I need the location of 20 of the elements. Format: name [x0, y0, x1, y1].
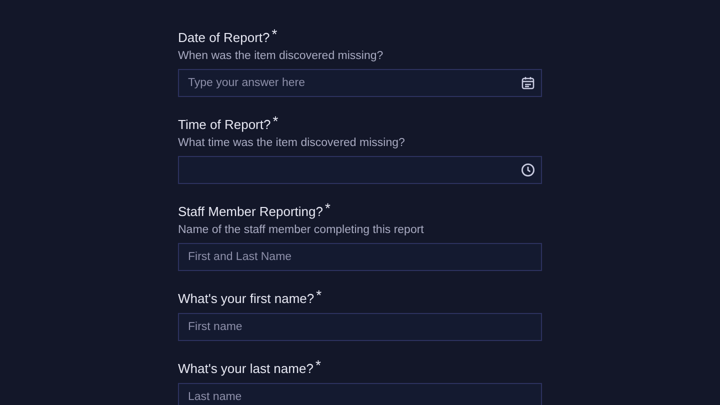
question-label: Date of Report? — [178, 29, 270, 47]
required-mark: * — [272, 28, 278, 41]
answer-field[interactable] — [178, 156, 542, 184]
answer-field[interactable]: Last name — [178, 383, 542, 405]
calendar-icon[interactable] — [521, 76, 535, 90]
question-label: What's your last name? — [178, 360, 314, 378]
question-label: Time of Report? — [178, 116, 271, 134]
question-label: What's your first name? — [178, 290, 314, 308]
required-mark: * — [315, 359, 321, 372]
question-label: Staff Member Reporting? — [178, 203, 323, 221]
question-hint: What time was the item discovered missing? — [178, 136, 406, 150]
question-hint: When was the item discovered missing? — [178, 49, 384, 63]
clock-icon[interactable] — [521, 163, 535, 177]
required-mark: * — [316, 289, 322, 302]
answer-field[interactable]: First and Last Name — [178, 243, 542, 271]
answer-field[interactable]: Type your answer here — [178, 69, 542, 97]
required-mark: * — [325, 202, 330, 215]
answer-field[interactable]: First name — [178, 313, 542, 341]
required-mark: * — [272, 115, 278, 128]
question-hint: Name of the staff member completing this report — [178, 223, 425, 237]
